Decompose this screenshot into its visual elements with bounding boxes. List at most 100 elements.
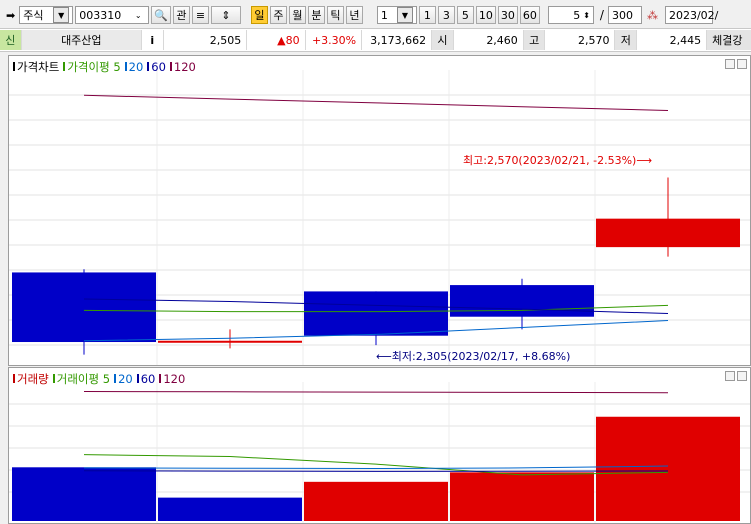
volume-chart-panel[interactable]: 거래량 거래이평 5 20 60 120 bbox=[8, 367, 751, 524]
spin-icon[interactable]: ⬍ bbox=[583, 11, 590, 20]
period-button[interactable]: 월 bbox=[288, 6, 306, 24]
volume-ma-line-20 bbox=[83, 465, 669, 470]
price-ma-60: 60 bbox=[151, 60, 166, 74]
minimize-icon[interactable] bbox=[725, 371, 735, 381]
candle-body bbox=[450, 285, 594, 317]
total-input[interactable]: 300 bbox=[607, 6, 642, 24]
candle-body bbox=[596, 218, 740, 248]
quote-bar: 신 대주산업 i 2,505 ▲80 +3.30% 3,173,662 시 2,… bbox=[0, 28, 751, 52]
candle-body bbox=[158, 340, 302, 343]
chevron-down-icon[interactable]: ▼ bbox=[53, 7, 70, 23]
toolbar: ➡ 주식 ▼ 003310 ⌄ 🔍 관 ≡ ⇕ 일주월분틱년 1 ▼ 1 3 5 10… bbox=[0, 3, 751, 27]
price-ma-title: 가격이평 bbox=[67, 60, 110, 74]
date-value: 2023/02/ bbox=[668, 8, 719, 22]
volume-legend-item[interactable]: 거래량 bbox=[13, 371, 49, 387]
low-annotation: ⟵최저:2,305(2023/02/17, +8.68%) bbox=[376, 348, 570, 364]
interval-select[interactable]: 1 ▼ bbox=[376, 6, 417, 24]
settings-button[interactable]: ⁂ bbox=[644, 6, 661, 24]
period-button[interactable]: 주 bbox=[269, 6, 287, 24]
arrow-left-icon: ⟵ bbox=[376, 350, 392, 363]
volume-ma-legend-60[interactable]: 60 bbox=[136, 372, 156, 386]
volume-ma-5: 5 bbox=[102, 372, 111, 386]
price-ma-legend-item[interactable]: 가격이평 5 bbox=[63, 59, 121, 75]
range-button[interactable]: 3 bbox=[437, 6, 455, 24]
market-type-value: 주식 bbox=[23, 9, 44, 22]
count-value: 5 bbox=[573, 8, 581, 22]
volume-bar bbox=[304, 481, 448, 521]
open-label: 시 bbox=[432, 30, 454, 50]
candle-body bbox=[304, 291, 448, 336]
volume-ma-legend-item[interactable]: 거래이평 5 bbox=[52, 371, 111, 387]
price-change: ▲80 bbox=[247, 30, 306, 50]
volume-ma-legend-20[interactable]: 20 bbox=[114, 372, 133, 386]
price-ma-120: 120 bbox=[173, 60, 196, 74]
price-legend-item[interactable]: 가격차트 bbox=[13, 59, 59, 75]
period-button[interactable]: 틱 bbox=[326, 6, 344, 24]
gwan-button[interactable]: 관 bbox=[172, 6, 190, 24]
low-annotation-text: 최저:2,305(2023/02/17, +8.68%) bbox=[391, 350, 571, 363]
range-button[interactable]: 30 bbox=[497, 6, 518, 24]
range-button[interactable]: 10 bbox=[475, 6, 496, 24]
period-button[interactable]: 년 bbox=[345, 6, 363, 24]
close-icon[interactable] bbox=[737, 59, 747, 69]
stock-code-input[interactable]: 003310 ⌄ bbox=[75, 6, 150, 24]
price-chart-svg bbox=[9, 70, 750, 365]
volume-bar bbox=[158, 497, 302, 521]
period-buttons: 일주월분틱년 bbox=[250, 6, 365, 24]
total-value: 300 bbox=[611, 8, 633, 22]
volume-bar bbox=[596, 416, 740, 521]
price-ma-legend-60[interactable]: 60 bbox=[147, 60, 166, 74]
minimize-icon[interactable] bbox=[725, 59, 735, 69]
updown-button[interactable]: ⇕ bbox=[210, 6, 241, 24]
ma-line-120 bbox=[83, 94, 669, 111]
range-button[interactable]: 1 bbox=[418, 6, 436, 24]
market-type-select[interactable]: 주식 ▼ bbox=[19, 6, 74, 24]
price-ma-20: 20 bbox=[128, 60, 144, 74]
price-legend-title: 가격차트 bbox=[17, 60, 60, 74]
interval-value: 1 bbox=[380, 8, 388, 22]
volume-bar bbox=[12, 467, 156, 521]
trade-volume: 3,173,662 bbox=[362, 30, 433, 50]
volume-ma-title: 거래이평 bbox=[56, 372, 100, 386]
date-input[interactable]: 2023/02/ bbox=[664, 6, 718, 24]
price-ma-5: 5 bbox=[113, 60, 121, 74]
volume-ma-60: 60 bbox=[140, 372, 156, 386]
volume-ma-20: 20 bbox=[118, 372, 133, 386]
current-price: 2,505 bbox=[164, 30, 248, 50]
candle-body bbox=[12, 272, 156, 343]
high-label: 고 bbox=[523, 30, 546, 50]
volume-ma-legend-120[interactable]: 120 bbox=[159, 372, 185, 386]
stock-name: 대주산업 bbox=[21, 30, 142, 50]
price-panel-buttons bbox=[725, 59, 747, 69]
volume-legend: 거래량 거래이평 5 20 60 120 bbox=[13, 371, 185, 387]
chevron-down-icon[interactable]: ⌄ bbox=[131, 8, 145, 22]
chevron-down-icon[interactable]: ▼ bbox=[396, 7, 413, 23]
volume-panel-buttons bbox=[725, 371, 747, 381]
volume-ma-120: 120 bbox=[163, 372, 186, 386]
nav-arrow-icon[interactable]: ➡ bbox=[6, 9, 15, 22]
open-price: 2,460 bbox=[454, 30, 524, 50]
price-ma-legend-20[interactable]: 20 bbox=[124, 60, 144, 74]
volume-legend-title: 거래량 bbox=[17, 372, 49, 386]
info-button[interactable]: i bbox=[142, 30, 164, 50]
period-button[interactable]: 분 bbox=[307, 6, 325, 24]
price-legend: 가격차트 가격이평 5 20 60 120 bbox=[13, 59, 196, 75]
price-ma-legend-120[interactable]: 120 bbox=[169, 60, 196, 74]
price-change-pct: +3.30% bbox=[306, 30, 363, 50]
price-chart-panel[interactable]: 가격차트 가격이평 5 20 60 120 최고:2,570(2023/02/2… bbox=[8, 55, 751, 366]
up-down-icon: ⇕ bbox=[221, 8, 231, 22]
period-button[interactable]: 일 bbox=[250, 6, 268, 24]
grid-settings-icon: ⁂ bbox=[646, 8, 658, 22]
credit-badge: 신 bbox=[0, 30, 22, 50]
range-buttons: 1 3 5 10 30 60 bbox=[418, 6, 542, 24]
print-button[interactable]: ≡ bbox=[191, 6, 209, 24]
search-icon: 🔍 bbox=[154, 8, 168, 22]
range-button[interactable]: 5 bbox=[456, 6, 474, 24]
range-button[interactable]: 60 bbox=[519, 6, 540, 24]
high-price: 2,570 bbox=[545, 30, 616, 50]
count-input[interactable]: 5 ⬍ bbox=[547, 6, 594, 24]
close-icon[interactable] bbox=[737, 371, 747, 381]
exec-strength-label: 체결강 bbox=[707, 30, 751, 50]
high-annotation: 최고:2,570(2023/02/21, -2.53%)⟶ bbox=[463, 152, 652, 168]
search-button[interactable]: 🔍 bbox=[151, 6, 171, 24]
